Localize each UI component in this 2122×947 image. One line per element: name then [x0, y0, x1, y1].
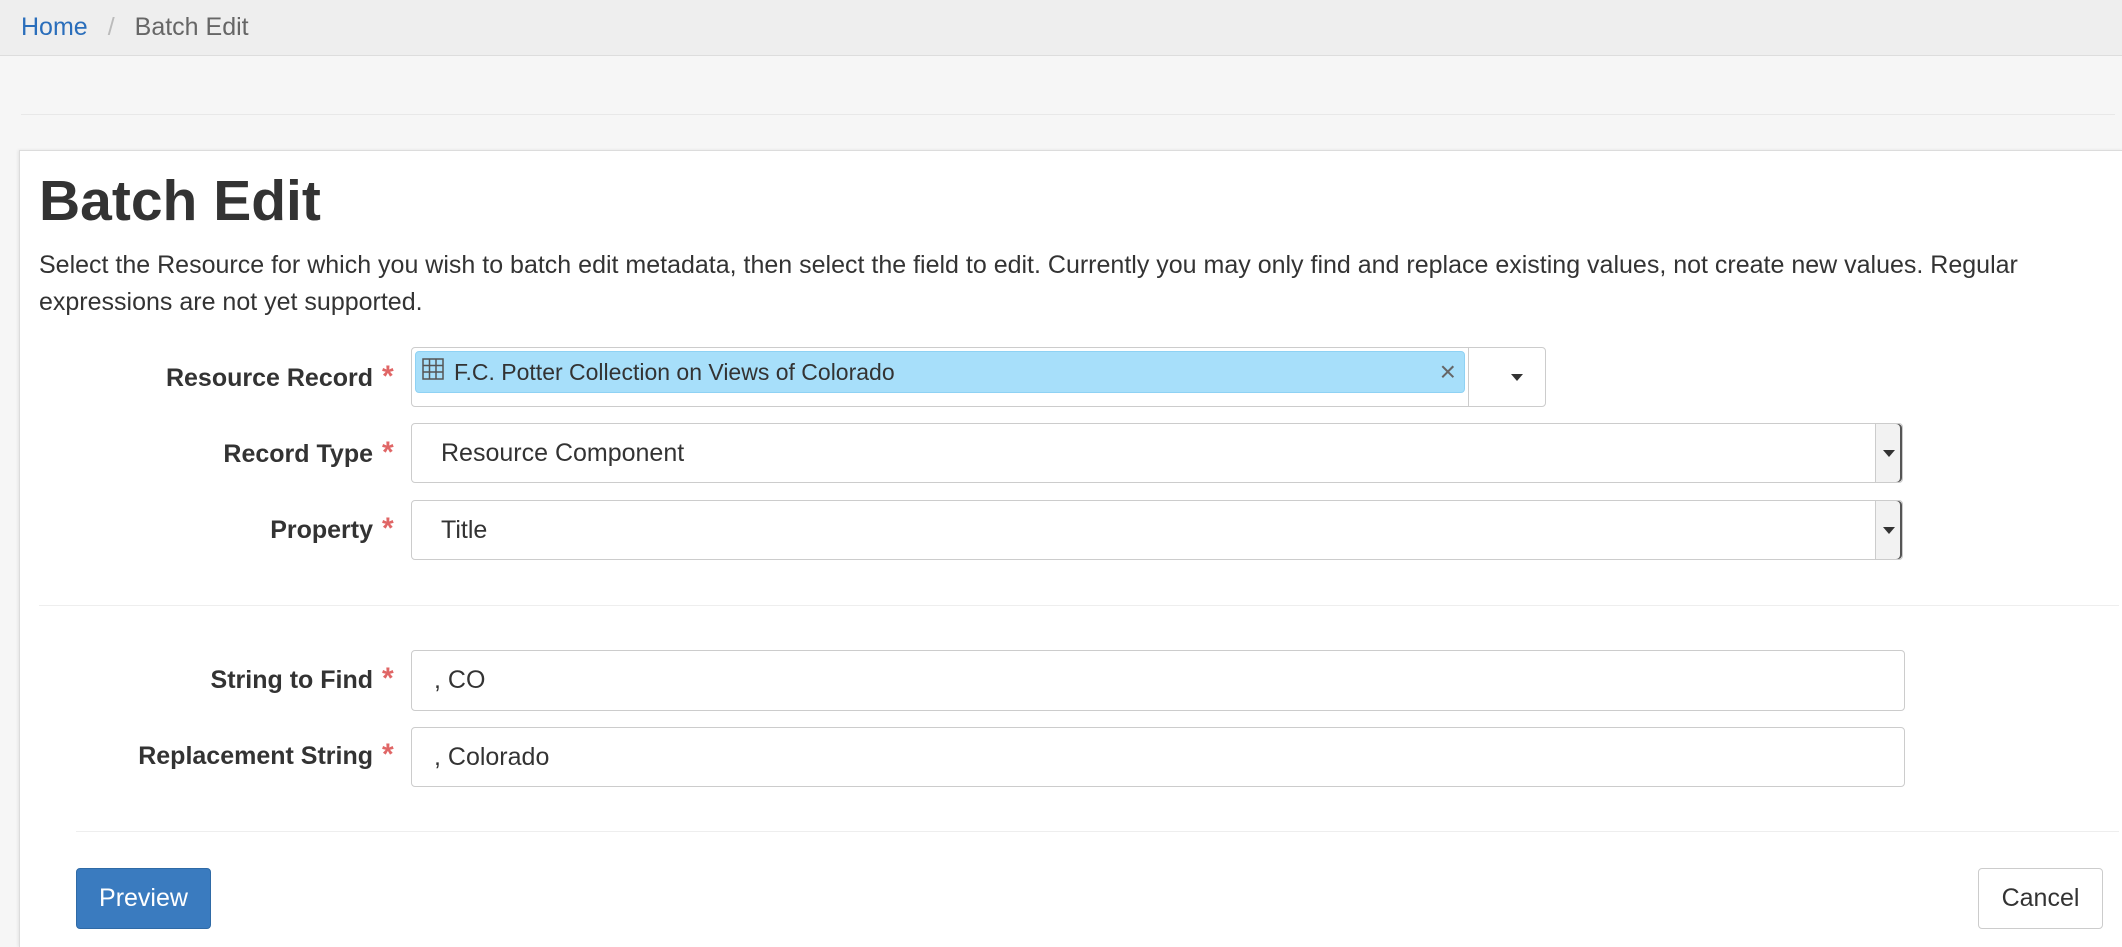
replacement-string-label: Replacement String	[138, 742, 373, 770]
required-marker: *	[382, 512, 394, 545]
table-icon	[422, 358, 444, 386]
replacement-string-value: , Colorado	[434, 742, 550, 771]
property-select[interactable]: Title	[411, 500, 1903, 560]
required-marker: *	[382, 738, 394, 771]
toolbar-strip	[21, 57, 2115, 115]
record-type-select[interactable]: Resource Component	[411, 423, 1903, 483]
actions-divider	[76, 831, 2119, 832]
required-marker: *	[382, 436, 394, 469]
string-to-find-input[interactable]: , CO	[411, 650, 1905, 711]
property-value: Title	[441, 515, 488, 544]
page-description: Select the Resource for which you wish t…	[39, 251, 2018, 316]
resource-record-label: Resource Record	[165, 364, 373, 392]
close-icon[interactable]: ×	[1440, 357, 1456, 387]
replacement-string-input[interactable]: , Colorado	[411, 727, 1905, 787]
required-marker: *	[382, 662, 394, 695]
resource-record-token: F.C. Potter Collection on Views of Color…	[415, 351, 1465, 393]
string-to-find-label: String to Find	[210, 666, 373, 694]
breadcrumb-separator: /	[107, 13, 115, 41]
record-type-dropdown-button[interactable]	[1875, 424, 1902, 482]
property-label: Property	[270, 516, 373, 544]
token-divider	[1468, 348, 1469, 406]
cancel-button[interactable]: Cancel	[1978, 868, 2103, 929]
batch-edit-panel: Batch Edit Select the Resource for which…	[19, 150, 2122, 947]
resource-record-dropdown-button[interactable]	[1488, 348, 1545, 406]
record-type-value: Resource Component	[441, 438, 685, 467]
string-to-find-value: , CO	[434, 666, 486, 694]
resource-record-token-text: F.C. Potter Collection on Views of Color…	[454, 358, 895, 385]
page-title: Batch Edit	[39, 169, 321, 233]
chevron-down-icon	[1510, 373, 1523, 381]
required-marker: *	[382, 360, 394, 393]
property-dropdown-button[interactable]	[1875, 501, 1902, 559]
resource-record-field[interactable]: F.C. Potter Collection on Views of Color…	[411, 347, 1546, 407]
chevron-down-icon	[1883, 449, 1895, 457]
preview-button[interactable]: Preview	[76, 868, 211, 929]
breadcrumb-current: Batch Edit	[134, 13, 249, 41]
breadcrumb-home-link[interactable]: Home	[21, 13, 88, 42]
section-divider	[39, 605, 2119, 606]
chevron-down-icon	[1883, 526, 1895, 534]
breadcrumb: Home / Batch Edit	[0, 0, 2122, 56]
record-type-label: Record Type	[223, 440, 373, 468]
